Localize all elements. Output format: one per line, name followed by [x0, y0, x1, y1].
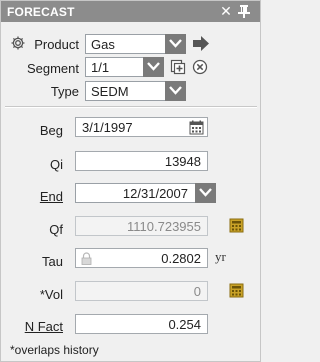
qf-value: 1110.723955: [127, 219, 201, 234]
tau-value: 0.2802: [161, 251, 201, 266]
qi-field[interactable]: 13948: [75, 151, 208, 171]
vol-value: 0: [193, 284, 201, 299]
chevron-down-icon[interactable]: [143, 57, 164, 77]
segment-label: Segment: [26, 61, 79, 76]
calculator-icon[interactable]: [229, 283, 244, 298]
segment-dropdown[interactable]: 1/1: [85, 57, 164, 77]
close-icon[interactable]: ✕: [219, 3, 233, 20]
lock-icon[interactable]: [81, 252, 92, 265]
navigate-arrow-icon[interactable]: [192, 35, 210, 52]
end-label[interactable]: End: [21, 189, 63, 204]
calculator-icon[interactable]: [229, 218, 244, 233]
chevron-down-icon[interactable]: [165, 34, 186, 54]
end-date-value: 12/31/2007: [122, 186, 188, 201]
delete-segment-icon[interactable]: [192, 59, 208, 75]
add-segment-icon[interactable]: [170, 59, 186, 75]
nfact-label[interactable]: N Fact: [11, 319, 63, 334]
chevron-down-icon[interactable]: [165, 81, 186, 101]
qf-label: Qf: [49, 222, 63, 237]
nfact-field[interactable]: 0.254: [75, 314, 208, 334]
nfact-value: 0.254: [168, 317, 201, 332]
calendar-icon[interactable]: [189, 120, 204, 135]
product-label: Product: [34, 37, 79, 52]
segment-value: 1/1: [91, 60, 110, 75]
gear-icon[interactable]: [10, 35, 26, 51]
end-date-dropdown[interactable]: 12/31/2007: [75, 183, 216, 203]
beg-date-field[interactable]: 3/1/1997: [75, 117, 208, 137]
qf-field: 1110.723955: [75, 216, 208, 236]
type-label: Type: [50, 84, 79, 99]
section-divider-highlight: [5, 107, 257, 108]
tau-label: Tau: [42, 254, 63, 269]
chevron-down-icon[interactable]: [195, 183, 216, 203]
product-dropdown[interactable]: Gas: [85, 34, 186, 54]
product-value: Gas: [91, 37, 115, 52]
beg-date-value: 3/1/1997: [82, 120, 133, 135]
tau-unit: yr: [215, 249, 226, 264]
vol-label: *Vol: [39, 287, 63, 302]
panel-title-bar: FORECAST ✕: [1, 1, 260, 22]
qi-value: 13948: [164, 154, 201, 169]
overlap-footnote: *overlaps history: [10, 343, 99, 357]
forecast-panel: FORECAST ✕ Product Gas Segment 1/1 Type …: [0, 0, 261, 362]
qi-label: Qi: [50, 157, 63, 172]
pin-icon[interactable]: [237, 4, 251, 19]
vol-field: 0: [75, 281, 208, 301]
tau-field[interactable]: 0.2802: [75, 248, 208, 268]
beg-label: Beg: [39, 123, 63, 138]
type-dropdown[interactable]: SEDM: [85, 81, 186, 101]
panel-title: FORECAST: [7, 5, 75, 19]
type-value: SEDM: [91, 84, 129, 99]
